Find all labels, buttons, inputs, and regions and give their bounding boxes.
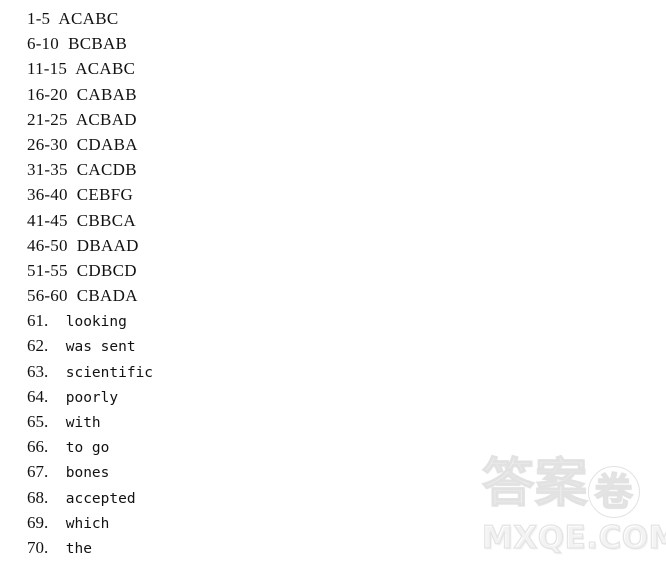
answer-item-number: 65. bbox=[27, 412, 49, 431]
answer-range-letters: ACBAD bbox=[67, 109, 137, 129]
answer-range-letters: CDABA bbox=[67, 134, 138, 154]
answer-item-word: accepted bbox=[57, 490, 136, 507]
answer-range-letters: BCBAB bbox=[58, 34, 128, 54]
answer-row-item: 64. poorly bbox=[0, 384, 666, 409]
answer-item-number: 61. bbox=[27, 311, 49, 331]
answer-row-item: 62. was sent bbox=[0, 333, 666, 358]
answer-range-label: 16-20 bbox=[27, 84, 68, 104]
answer-range-letters: DBAAD bbox=[67, 235, 139, 255]
answer-range-label: 36-40 bbox=[27, 185, 68, 205]
answer-row-range: 1-5 ACABC bbox=[0, 6, 666, 31]
answer-item-number: 67. bbox=[27, 462, 49, 482]
answer-item-word: bones bbox=[57, 465, 110, 482]
answer-range-label: 56-60 bbox=[27, 286, 68, 306]
answer-item-word: was sent bbox=[57, 339, 136, 356]
answer-row-range: 11-15 ACABC bbox=[0, 56, 666, 81]
answer-item-word: the bbox=[57, 540, 92, 557]
answer-item-number: 64. bbox=[27, 386, 49, 406]
answer-range-letters: CBADA bbox=[67, 286, 138, 306]
answer-range-letters: CBBCA bbox=[67, 210, 136, 230]
answer-item-number: 70. bbox=[27, 537, 49, 557]
answer-range-letters: ACABC bbox=[50, 9, 119, 28]
answer-range-label: 6-10 bbox=[27, 34, 59, 54]
answer-row-range: 36-40 CEBFG bbox=[0, 182, 666, 207]
answer-range-letters: ACABC bbox=[67, 59, 136, 79]
answer-range-label: 31-35 bbox=[27, 160, 68, 180]
answer-range-letters: CDBCD bbox=[67, 260, 137, 280]
answer-item-word: which bbox=[57, 515, 110, 532]
answer-row-item: 69. which bbox=[0, 510, 666, 535]
answer-row-range: 26-30 CDABA bbox=[0, 132, 666, 157]
answer-range-letters: CACDB bbox=[67, 160, 137, 180]
answer-row-range: 51-55 CDBCD bbox=[0, 258, 666, 283]
answer-range-label: 51-55 bbox=[27, 260, 68, 280]
answer-item-number: 62. bbox=[27, 336, 49, 356]
answer-row-range: 16-20 CABAB bbox=[0, 82, 666, 107]
answer-range-letters: CEBFG bbox=[67, 185, 134, 205]
answer-row-range: 6-10 BCBAB bbox=[0, 31, 666, 56]
answer-row-range: 56-60 CBADA bbox=[0, 283, 666, 308]
answer-row-item: 68. accepted bbox=[0, 485, 666, 510]
answer-row-range: 31-35 CACDB bbox=[0, 157, 666, 182]
answer-item-number: 68. bbox=[27, 487, 49, 507]
answer-row-item: 65. with bbox=[0, 409, 666, 434]
answer-item-number: 69. bbox=[27, 512, 49, 532]
answer-item-number: 63. bbox=[27, 361, 49, 381]
answer-row-item: 70. the bbox=[0, 535, 666, 560]
answer-range-label: 21-25 bbox=[27, 109, 68, 129]
answer-item-word: with bbox=[57, 415, 101, 431]
answer-item-word: scientific bbox=[57, 364, 154, 381]
answer-item-number: 66. bbox=[27, 437, 49, 457]
answer-row-range: 46-50 DBAAD bbox=[0, 233, 666, 258]
answer-row-item: 63. scientific bbox=[0, 359, 666, 384]
answer-item-word: poorly bbox=[57, 389, 119, 406]
answer-range-label: 41-45 bbox=[27, 210, 68, 230]
answer-range-label: 1-5 bbox=[27, 9, 51, 28]
answer-row-range: 21-25 ACBAD bbox=[0, 107, 666, 132]
answer-row-item: 67. bones bbox=[0, 459, 666, 484]
answer-item-word: looking bbox=[57, 314, 127, 331]
answer-range-label: 11-15 bbox=[27, 59, 68, 79]
answer-key-sheet: 1-5 ACABC 6-10 BCBAB 11-15 ACABC 16-20 C… bbox=[0, 0, 666, 565]
answer-range-label: 46-50 bbox=[27, 235, 68, 255]
answer-item-word: to go bbox=[57, 440, 110, 457]
answer-row-range: 41-45 CBBCA bbox=[0, 208, 666, 233]
answer-range-label: 26-30 bbox=[27, 134, 68, 154]
answer-row-item: 61. looking bbox=[0, 308, 666, 333]
answer-range-letters: CABAB bbox=[67, 84, 137, 104]
answer-row-item: 66. to go bbox=[0, 434, 666, 459]
